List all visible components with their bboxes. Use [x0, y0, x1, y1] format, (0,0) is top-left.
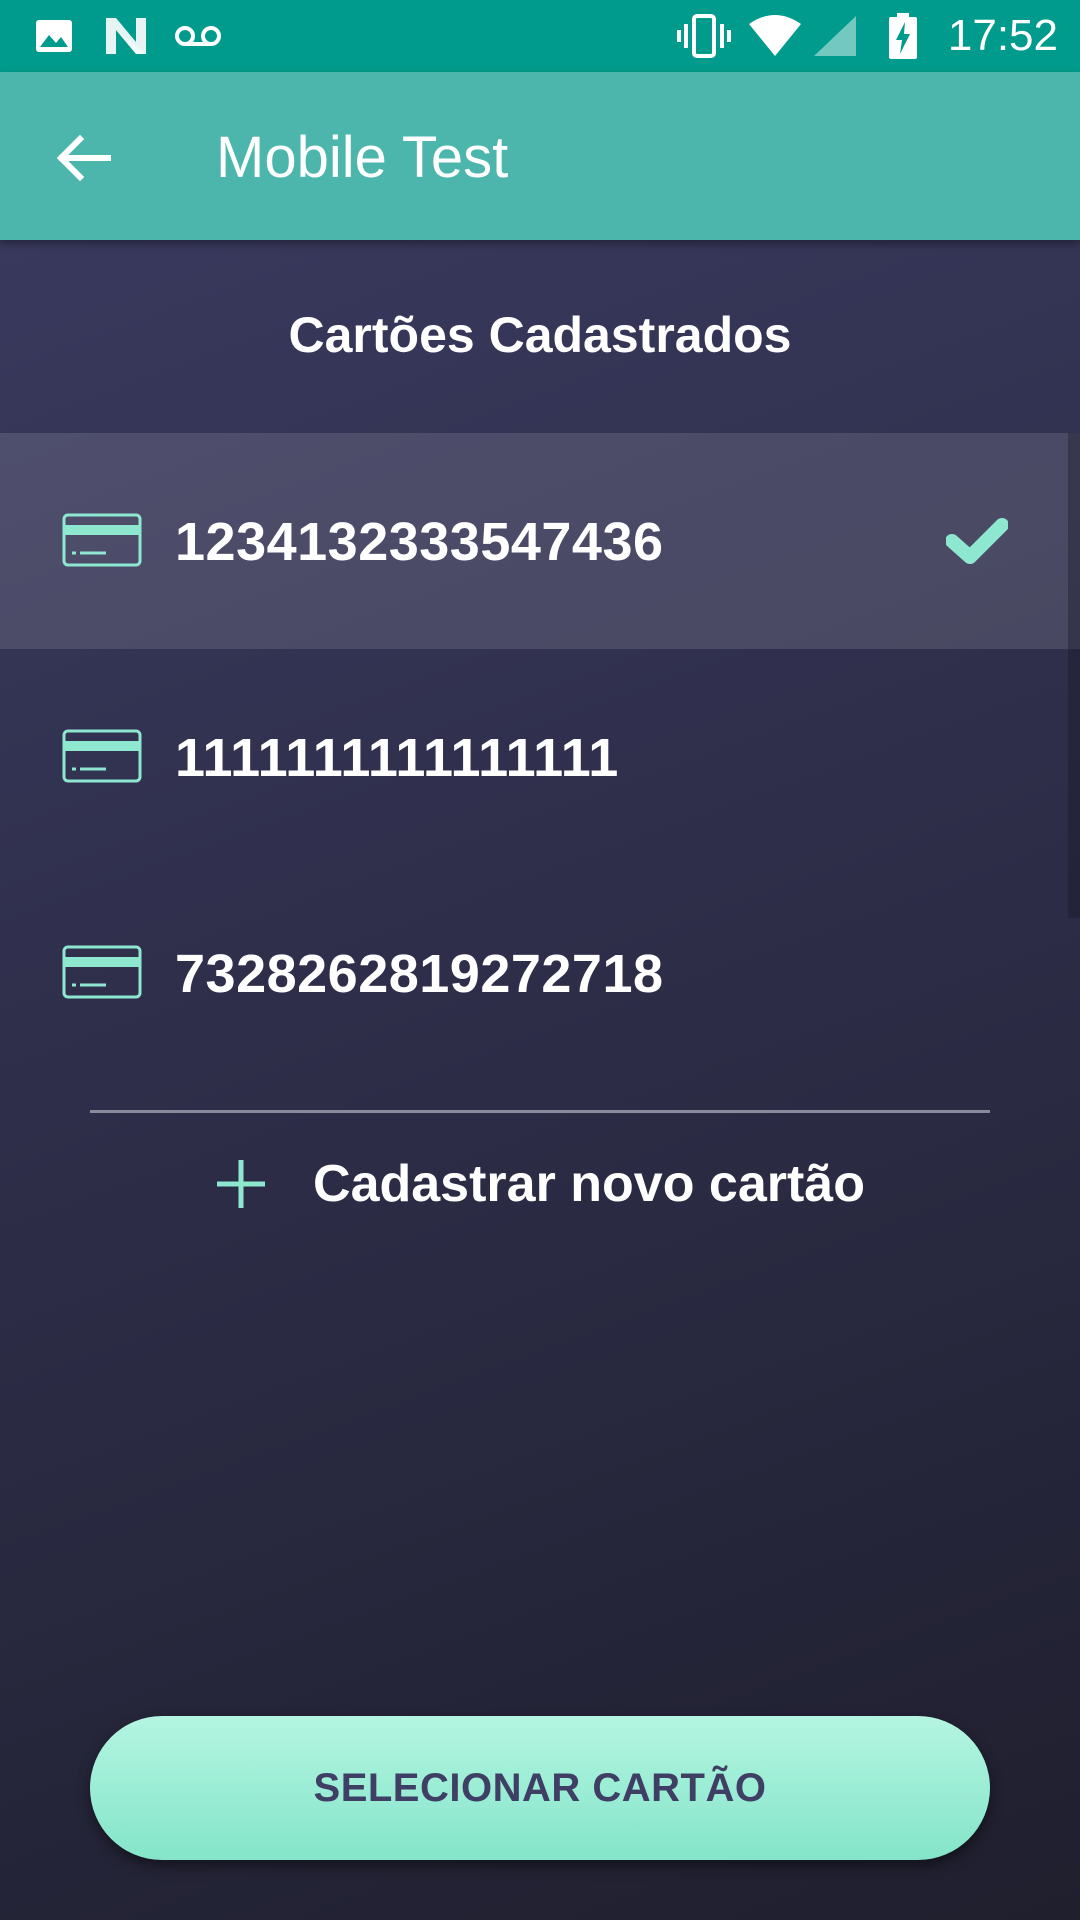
- add-card-label: Cadastrar novo cartão: [313, 1155, 865, 1213]
- card-number: 1234132333547436: [175, 512, 664, 572]
- select-card-button[interactable]: SELECIONAR CARTÃO: [90, 1716, 990, 1860]
- status-bar: 17:52: [0, 0, 1080, 72]
- card-list-item[interactable]: 7328262819272718: [0, 865, 1080, 1081]
- arrow-back-icon: [56, 134, 111, 182]
- vibrate-icon: [676, 14, 732, 58]
- card-number: 1111111111111111: [175, 728, 619, 788]
- credit-card-icon: [62, 513, 142, 567]
- n-icon: [104, 14, 148, 58]
- card-list: 1234132333547436 1111111111111111 732826…: [0, 433, 1080, 1081]
- image-icon: [34, 14, 74, 58]
- app-title: Mobile Test: [216, 125, 509, 190]
- check-icon: [946, 518, 1008, 564]
- screen: 17:52 Mobile Test Cartões Cadastrados 12…: [0, 0, 1080, 1920]
- battery-charging-icon: [886, 13, 920, 59]
- credit-card-icon: [62, 729, 142, 783]
- plus-icon: [217, 1160, 266, 1208]
- card-list-item[interactable]: 1111111111111111: [0, 649, 1080, 865]
- divider: [90, 1110, 990, 1113]
- signal-icon: [812, 14, 858, 58]
- scrollbar[interactable]: [1068, 433, 1080, 918]
- voicemail-icon: [174, 14, 222, 58]
- select-card-button-label: SELECIONAR CARTÃO: [313, 1765, 767, 1810]
- status-time: 17:52: [947, 11, 1058, 60]
- back-button[interactable]: [44, 118, 124, 198]
- app-bar: Mobile Test: [0, 72, 1080, 240]
- page-title: Cartões Cadastrados: [288, 307, 792, 363]
- card-number: 7328262819272718: [175, 944, 664, 1004]
- add-card-button[interactable]: Cadastrar novo cartão: [0, 1148, 1080, 1220]
- wifi-icon: [748, 14, 802, 58]
- credit-card-icon: [62, 945, 142, 999]
- card-list-item[interactable]: 1234132333547436: [0, 433, 1080, 649]
